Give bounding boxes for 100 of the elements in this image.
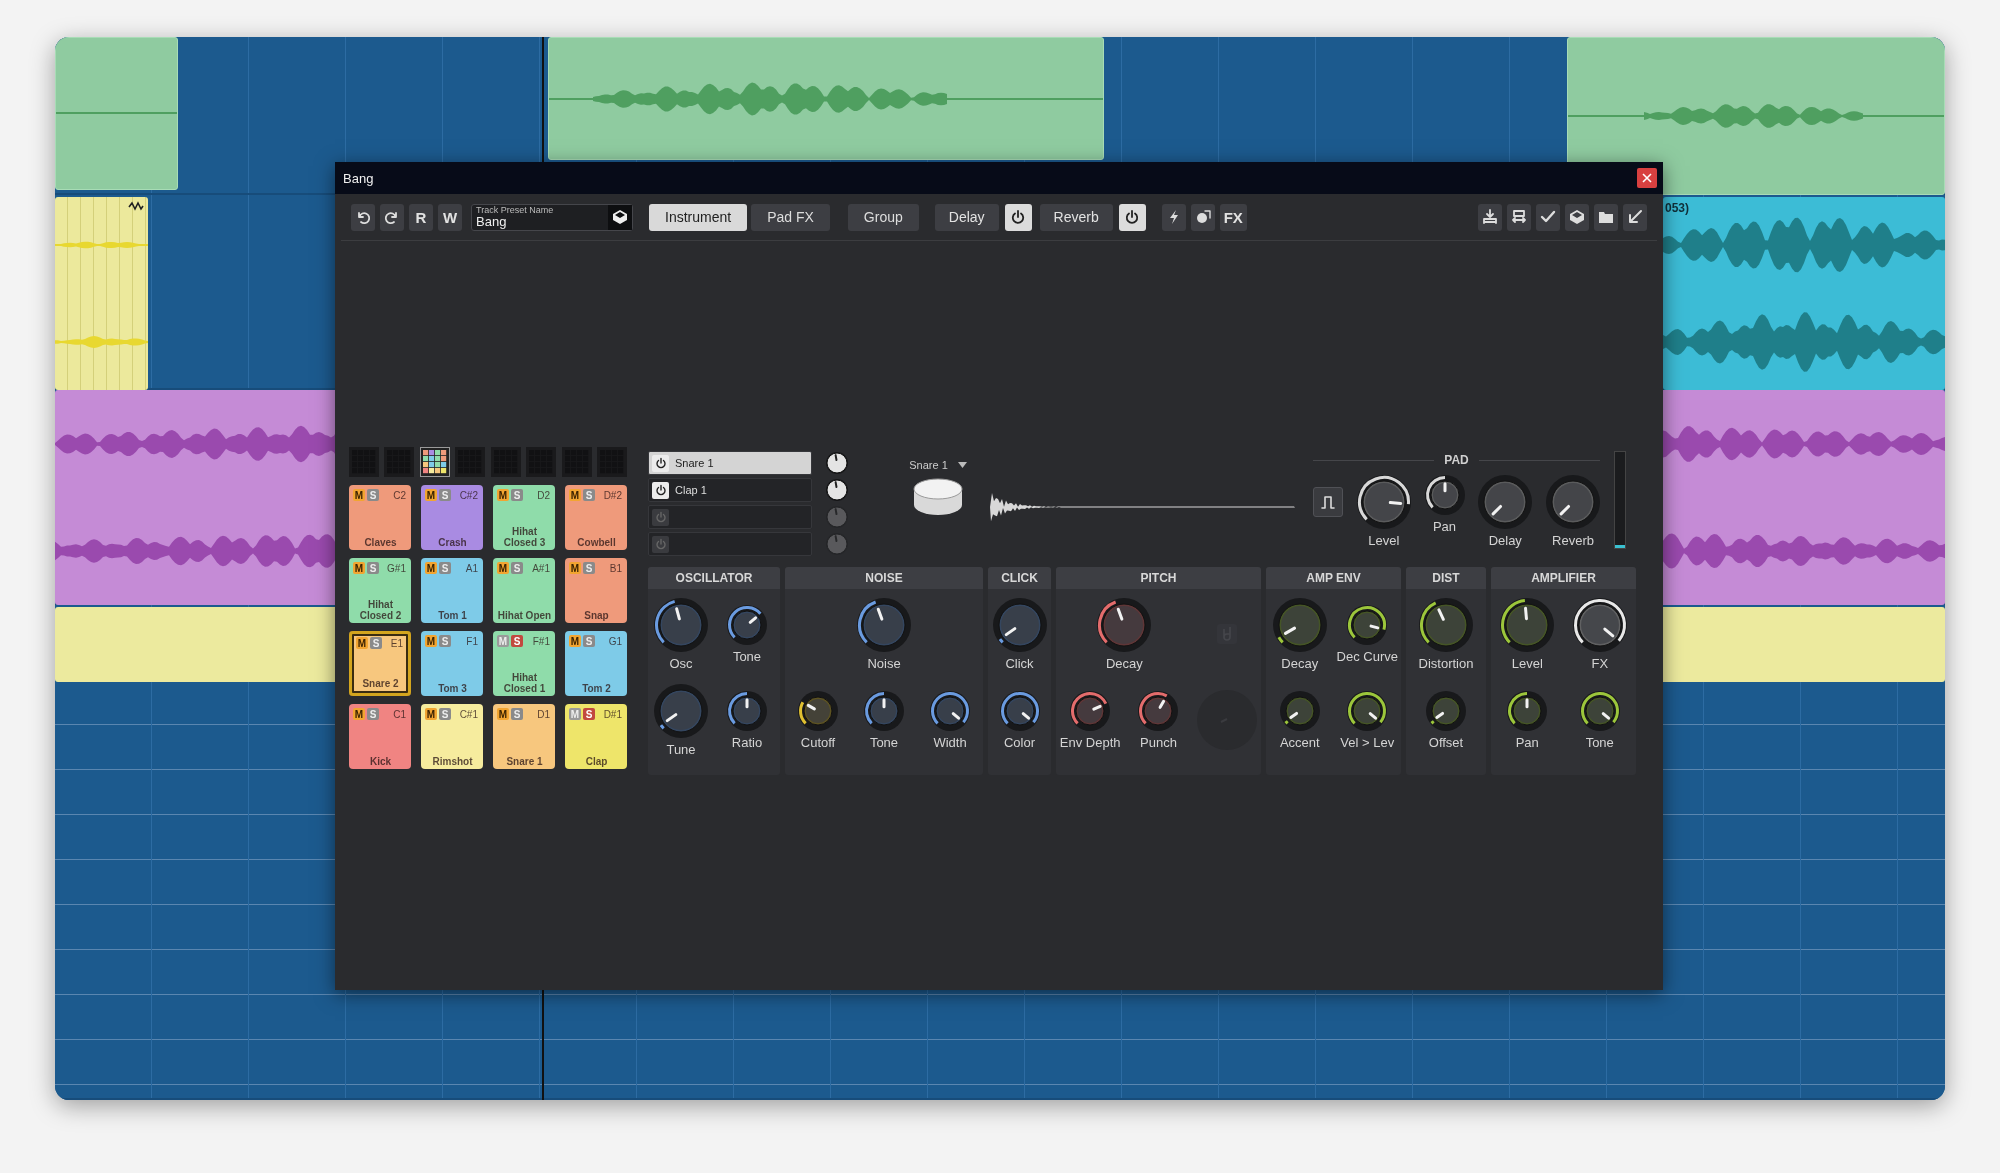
drum-pad[interactable]: M S C1 Kick xyxy=(349,704,411,769)
knob[interactable] xyxy=(1070,690,1111,731)
drum-pad[interactable]: M S D2 Hihat Closed 3 xyxy=(493,485,555,550)
mute-button[interactable]: M xyxy=(425,562,437,574)
drum-pad[interactable]: M S D1 Snare 1 xyxy=(493,704,555,769)
sphere-button[interactable] xyxy=(1190,203,1215,231)
mute-button[interactable]: M xyxy=(353,708,365,720)
mute-button[interactable]: M xyxy=(356,637,368,649)
close-button[interactable] xyxy=(1637,168,1657,188)
knob[interactable] xyxy=(930,690,970,731)
knob[interactable] xyxy=(727,604,767,645)
knob[interactable] xyxy=(1507,690,1548,731)
knob[interactable] xyxy=(798,690,838,731)
import-button[interactable] xyxy=(1478,203,1502,231)
open-button[interactable] xyxy=(1594,203,1618,231)
mute-button[interactable]: M xyxy=(497,489,509,501)
lightning-button[interactable] xyxy=(1161,203,1186,231)
power-button[interactable] xyxy=(652,454,669,472)
tab[interactable]: Instrument xyxy=(649,203,748,231)
drum-pad[interactable]: M S A#1 Hihat Open xyxy=(493,558,555,623)
knob[interactable] xyxy=(864,690,904,731)
knob[interactable] xyxy=(999,690,1040,731)
drum-pad[interactable]: M S G1 Tom 2 xyxy=(565,631,627,696)
knob-label: Env Depth xyxy=(1059,734,1121,750)
effect-button[interactable]: Delay xyxy=(934,203,999,231)
mute-button[interactable]: M xyxy=(425,489,437,501)
knob[interactable] xyxy=(1347,604,1388,645)
audio-clip[interactable] xyxy=(548,37,1104,160)
undo-button[interactable] xyxy=(351,203,375,231)
drum-pad[interactable]: M S G#1 Hihat Closed 2 xyxy=(349,558,411,623)
letter-button[interactable]: W xyxy=(438,203,462,231)
knob[interactable] xyxy=(727,690,767,731)
effect-button[interactable]: Reverb xyxy=(1039,203,1113,231)
mute-button[interactable]: M xyxy=(497,708,509,720)
knob[interactable] xyxy=(1347,690,1388,731)
layer-slot[interactable]: Clap 1 xyxy=(648,478,812,502)
knob[interactable] xyxy=(1579,690,1620,731)
knob[interactable] xyxy=(1500,597,1555,652)
knob[interactable] xyxy=(1356,475,1411,529)
sample-dropdown[interactable]: Snare 1 xyxy=(909,459,967,471)
knob[interactable] xyxy=(1419,597,1473,652)
redo-button[interactable] xyxy=(380,203,404,231)
pad-name: Clap xyxy=(584,756,609,767)
drum-pad[interactable]: M S A1 Tom 1 xyxy=(421,558,483,623)
mute-button[interactable]: M xyxy=(569,562,581,574)
drum-pad[interactable]: M S F1 Tom 3 xyxy=(421,631,483,696)
mute-button[interactable]: M xyxy=(569,635,581,647)
drum-pad[interactable]: M S B1 Snap xyxy=(565,558,627,623)
export-button[interactable] xyxy=(1507,203,1531,231)
knob-label: Distortion xyxy=(1418,655,1474,671)
knob[interactable] xyxy=(1138,690,1179,731)
knob[interactable] xyxy=(1279,690,1320,731)
power-button[interactable] xyxy=(1118,203,1146,231)
audio-clip[interactable] xyxy=(55,197,148,390)
audio-clip[interactable] xyxy=(55,37,178,190)
drum-pad[interactable]: M S C2 Claves xyxy=(349,485,411,550)
solo-button[interactable]: S xyxy=(583,708,595,720)
solo-button[interactable]: S xyxy=(511,635,523,647)
tab[interactable]: Pad FX xyxy=(751,203,830,231)
drum-pad[interactable]: M S E1 Snare 2 xyxy=(349,631,411,696)
mute-button[interactable]: M xyxy=(353,562,365,574)
knob-label: Delay xyxy=(1488,533,1522,548)
fx-button[interactable]: FX xyxy=(1219,203,1247,231)
letter-button[interactable]: R xyxy=(409,203,433,231)
knob[interactable] xyxy=(654,597,708,652)
collapse-button[interactable] xyxy=(1623,203,1647,231)
tab[interactable]: Group xyxy=(847,203,919,231)
confirm-button[interactable] xyxy=(1536,203,1560,231)
preset-button[interactable] xyxy=(608,204,632,230)
knob[interactable] xyxy=(1424,475,1465,515)
layer-slot[interactable]: Snare 1 xyxy=(648,451,812,475)
preset-field[interactable]: Track Preset Name Bang xyxy=(471,203,633,231)
mute-button[interactable]: M xyxy=(497,562,509,574)
check-icon xyxy=(1540,209,1556,225)
mute-button[interactable]: M xyxy=(425,635,437,647)
drum-pad[interactable]: M S C#2 Crash xyxy=(421,485,483,550)
note-label: D#2 xyxy=(603,489,623,501)
mute-button[interactable]: M xyxy=(353,489,365,501)
pad-bank-button[interactable] xyxy=(419,447,450,477)
knob[interactable] xyxy=(826,479,848,501)
knob[interactable] xyxy=(857,597,911,652)
preset-browser-button[interactable] xyxy=(1565,203,1589,231)
audio-clip[interactable]: 053) xyxy=(1663,197,1945,390)
knob[interactable] xyxy=(1426,690,1466,731)
power-button[interactable] xyxy=(652,481,669,499)
mode-button[interactable] xyxy=(1313,487,1343,517)
audio-clip[interactable] xyxy=(1567,37,1945,195)
knob[interactable] xyxy=(1097,597,1152,652)
drum-pad[interactable]: M S D#2 Cowbell xyxy=(565,485,627,550)
drum-pad[interactable]: M S C#1 Rimshot xyxy=(421,704,483,769)
knob[interactable] xyxy=(826,452,848,474)
note-label: D#1 xyxy=(603,708,623,720)
pad-name: Cowbell xyxy=(576,537,617,548)
pad-name: Hihat Closed 3 xyxy=(502,526,547,548)
mute-button[interactable]: M xyxy=(425,708,437,720)
drum-pad[interactable]: M S F#1 Hihat Closed 1 xyxy=(493,631,555,696)
power-button[interactable] xyxy=(1004,203,1032,231)
drum-pad[interactable]: M S D#1 Clap xyxy=(565,704,627,769)
knob[interactable] xyxy=(1572,597,1627,652)
mute-button[interactable]: M xyxy=(569,489,581,501)
